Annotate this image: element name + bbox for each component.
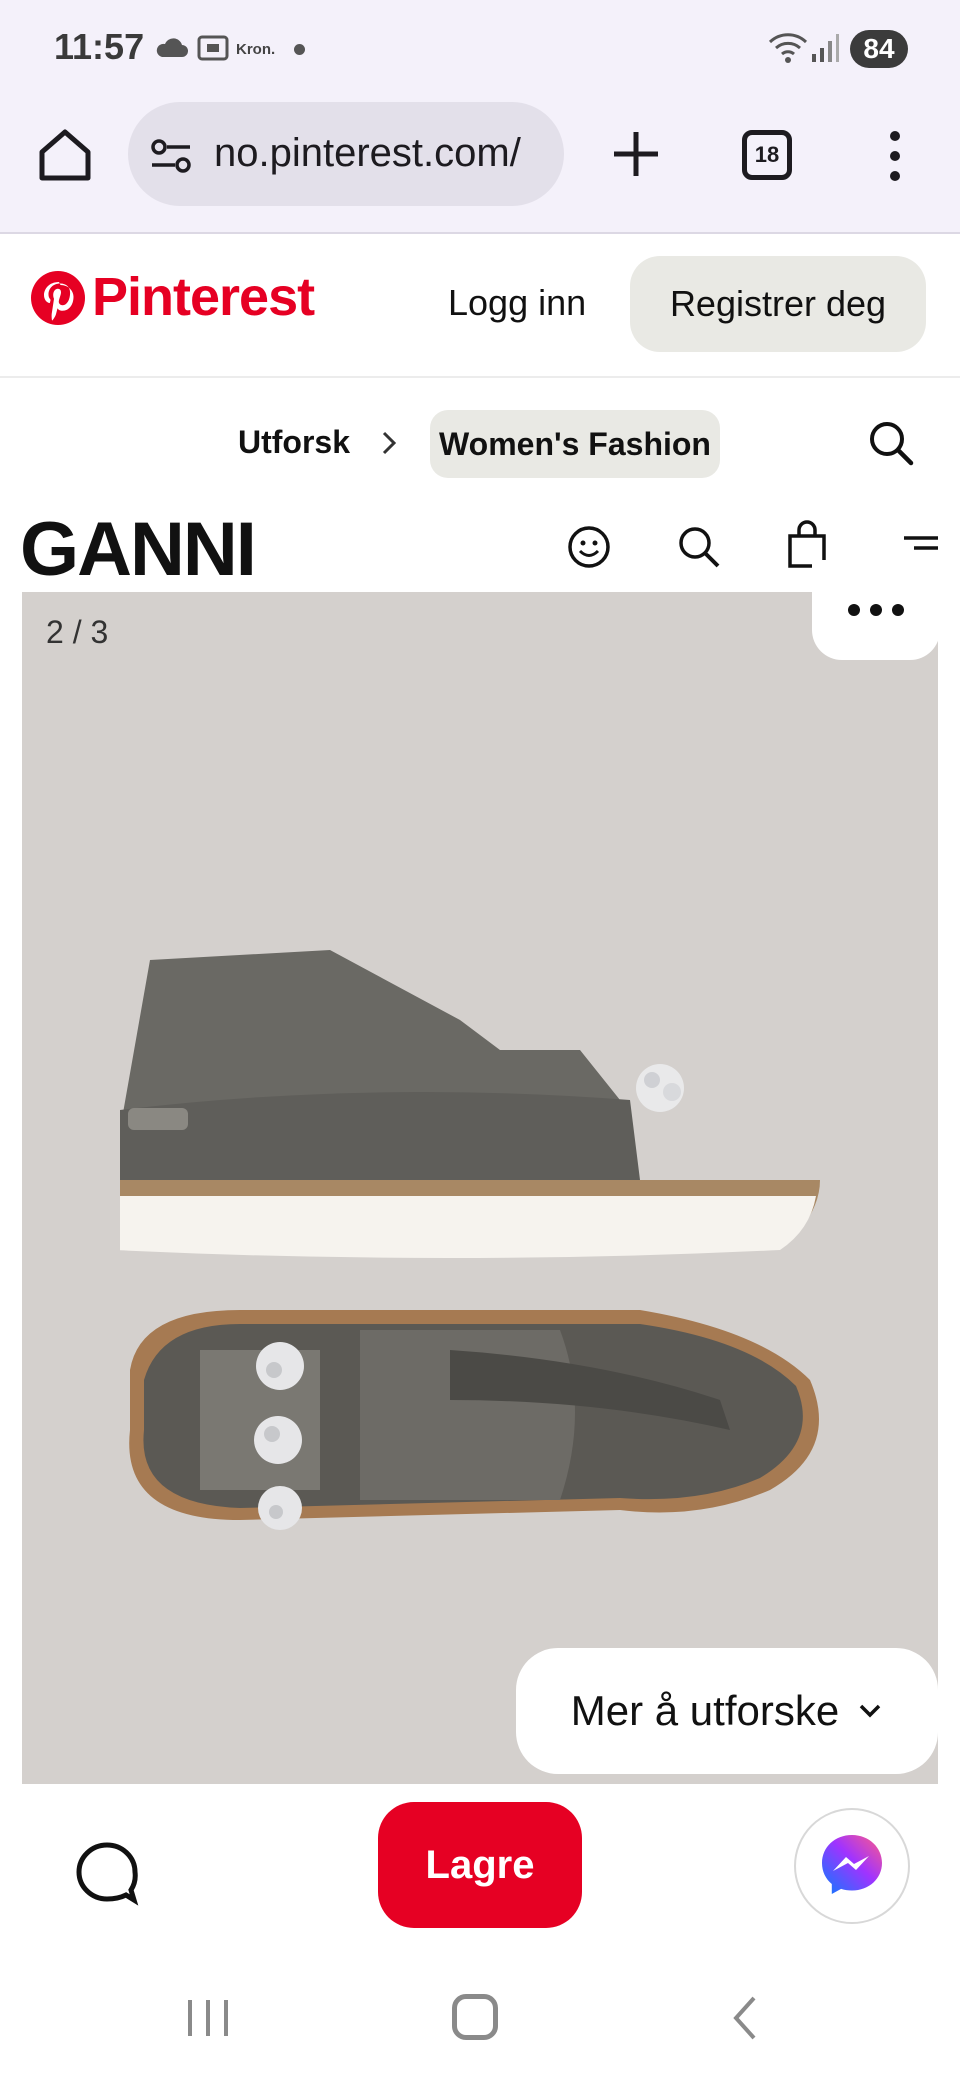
wifi-icon bbox=[768, 33, 808, 63]
messenger-share-button[interactable] bbox=[794, 1808, 910, 1924]
ellipsis-icon bbox=[848, 604, 904, 616]
breadcrumb-current[interactable]: Women's Fashion bbox=[430, 410, 720, 478]
status-time: 11:57 bbox=[54, 26, 145, 67]
screenshot-icon bbox=[197, 35, 229, 61]
home-icon[interactable] bbox=[34, 124, 96, 186]
back-icon[interactable] bbox=[730, 1994, 760, 2042]
store-search-icon bbox=[679, 527, 720, 568]
more-to-explore-label: Mer å utforske bbox=[570, 1687, 840, 1734]
messenger-icon bbox=[822, 1835, 882, 1894]
login-link[interactable]: Logg inn bbox=[448, 282, 586, 324]
search-icon[interactable] bbox=[866, 418, 916, 468]
smiley-icon bbox=[568, 526, 610, 568]
cloud-icon bbox=[156, 38, 188, 57]
chevron-right-icon bbox=[382, 431, 397, 455]
notification-label: Kron. bbox=[236, 41, 276, 58]
more-to-explore-button[interactable]: Mer å utforske bbox=[516, 1648, 938, 1774]
home-nav-button[interactable] bbox=[452, 1994, 498, 2040]
comment-icon[interactable] bbox=[74, 1840, 140, 1906]
battery-indicator: 84 bbox=[850, 30, 908, 68]
chevron-down-icon bbox=[859, 1704, 881, 1718]
site-settings-icon[interactable] bbox=[150, 138, 192, 174]
product-sandals-illustration bbox=[120, 950, 820, 1530]
more-actions-button[interactable] bbox=[812, 560, 940, 660]
new-tab-icon[interactable] bbox=[606, 124, 666, 184]
more-options-icon[interactable] bbox=[880, 128, 910, 184]
signup-button[interactable]: Registrer deg bbox=[630, 256, 926, 352]
recent-apps-icon[interactable] bbox=[184, 1998, 232, 2038]
pinterest-logo-icon[interactable] bbox=[30, 270, 86, 326]
save-button[interactable]: Lagre bbox=[378, 1802, 582, 1928]
notification-dot bbox=[294, 44, 305, 55]
pinterest-wordmark[interactable]: Pinterest bbox=[92, 266, 315, 328]
store-logo: GANNI bbox=[20, 507, 257, 592]
image-counter: 2 / 3 bbox=[46, 614, 109, 650]
tab-switcher-button[interactable]: 18 bbox=[742, 130, 792, 180]
signal-icon bbox=[812, 34, 839, 62]
breadcrumb-explore[interactable]: Utforsk bbox=[238, 424, 350, 461]
url-text[interactable]: no.pinterest.com/ bbox=[214, 131, 544, 176]
